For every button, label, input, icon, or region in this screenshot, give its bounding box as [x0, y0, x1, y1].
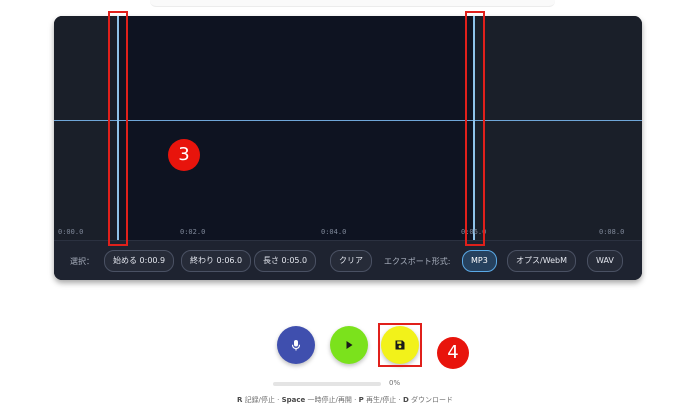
shortcut-action: 記録/停止	[244, 396, 275, 404]
export-format-label: エクスポート形式:	[384, 257, 451, 266]
shortcut-key: R	[236, 396, 243, 404]
waveform-baseline	[54, 120, 642, 121]
time-tick: 0:04.0	[321, 228, 347, 236]
audio-editor: 0:00.0 0:02.0 0:04.0 0:06.0 0:08.0 選択： 始…	[54, 16, 642, 280]
format-mp3-button[interactable]: MP3	[462, 250, 497, 272]
keyboard-shortcuts: R 記録/停止 · Space 一時停止/再開 · P 再生/停止 · D ダウ…	[236, 396, 454, 404]
time-tick: 0:08.0	[599, 228, 625, 236]
length-chip[interactable]: 長さ 0:05.0	[254, 250, 317, 272]
top-panel-edge	[150, 0, 555, 7]
shortcut-key: Space	[281, 396, 306, 404]
clear-button[interactable]: クリア	[330, 250, 372, 272]
selection-toolbar: 選択： 始める 0:00.9 終わり 0:06.0 長さ 0:05.0 クリア …	[54, 240, 642, 280]
progress-percent: 0%	[389, 379, 401, 387]
selected-region[interactable]	[118, 16, 474, 240]
play-icon	[346, 341, 353, 349]
start-time-chip[interactable]: 始める 0:00.9	[104, 250, 175, 272]
play-button[interactable]	[330, 326, 368, 364]
record-button[interactable]	[277, 326, 315, 364]
shortcut-action: 一時停止/再開	[307, 396, 352, 404]
progress-bar	[273, 382, 381, 386]
shortcut-key: D	[403, 396, 409, 404]
shortcut-action: ダウンロード	[411, 396, 454, 404]
shortcut-action: 再生/停止	[365, 396, 397, 404]
format-wav-button[interactable]: WAV	[587, 250, 623, 272]
step-4-badge: 4	[437, 337, 469, 369]
start-handle-highlight	[108, 11, 128, 246]
end-time-chip[interactable]: 終わり 0:06.0	[181, 250, 252, 272]
time-tick: 0:02.0	[180, 228, 206, 236]
waveform-area[interactable]: 0:00.0 0:02.0 0:04.0 0:06.0 0:08.0	[54, 16, 642, 240]
time-tick: 0:00.0	[58, 228, 84, 236]
format-opus-button[interactable]: オプス/WebM	[507, 250, 577, 272]
download-button-highlight	[378, 323, 422, 367]
end-handle-highlight	[465, 11, 485, 246]
microphone-icon	[291, 340, 301, 351]
shortcut-key: P	[358, 396, 364, 404]
step-3-badge: 3	[168, 139, 200, 171]
selection-label: 選択：	[70, 257, 94, 266]
